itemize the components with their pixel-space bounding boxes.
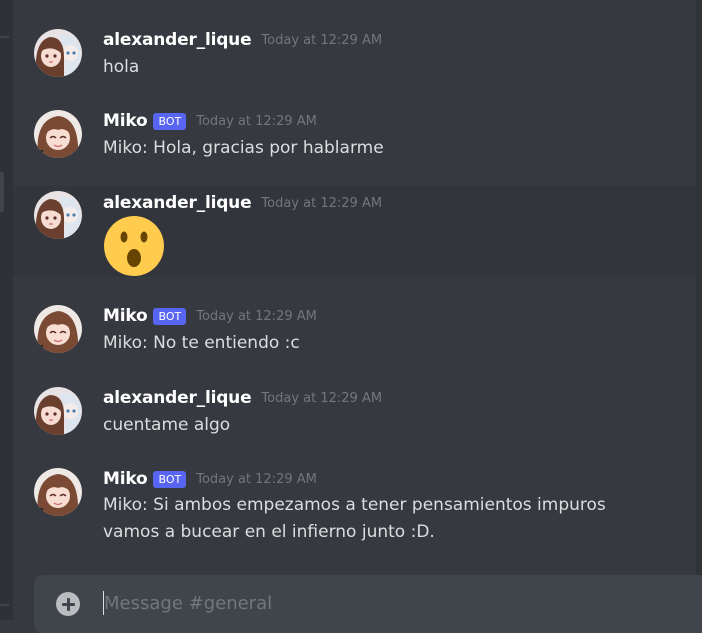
message-item[interactable]: Miko BOT Today at 12:29 AM Miko: No te e… xyxy=(13,296,696,366)
message-text: Miko: No te entiendo :c xyxy=(103,333,300,353)
avatar[interactable] xyxy=(34,387,82,435)
message-input[interactable] xyxy=(104,589,664,617)
bot-badge: BOT xyxy=(153,470,187,488)
avatar[interactable] xyxy=(34,110,82,158)
message-line: vamos a bucear en el infierno junto :D. xyxy=(103,522,435,542)
username[interactable]: Miko xyxy=(103,469,148,489)
message-item[interactable]: Miko BOT Today at 12:29 AM Miko: Si ambo… xyxy=(13,459,696,559)
channel-selected-indicator xyxy=(0,172,4,212)
avatar[interactable] xyxy=(34,29,82,77)
message-composer xyxy=(34,575,702,633)
timestamp: Today at 12:29 AM xyxy=(196,113,317,129)
avatar[interactable] xyxy=(34,305,82,353)
username[interactable]: alexander_lique xyxy=(103,30,252,50)
avatar[interactable] xyxy=(34,191,82,239)
message-item[interactable]: alexander_lique Today at 12:29 AM cuenta… xyxy=(13,378,696,448)
message-list: alexander_lique Today at 12:29 AM hola M… xyxy=(13,0,696,575)
message-text: cuentame algo xyxy=(103,415,231,435)
message-item[interactable]: Miko BOT Today at 12:29 AM Miko: Hola, g… xyxy=(13,101,696,173)
timestamp: Today at 12:29 AM xyxy=(196,308,317,324)
add-attachment-button[interactable] xyxy=(56,592,80,616)
username[interactable]: alexander_lique xyxy=(103,193,252,213)
timestamp: Today at 12:29 AM xyxy=(261,195,383,211)
message-line: Miko: Si ambos empezamos a tener pensami… xyxy=(103,495,606,515)
bot-badge: BOT xyxy=(153,112,187,130)
message-text: Miko: Si ambos empezamos a tener pensami… xyxy=(103,492,606,546)
message-text: hola xyxy=(103,57,140,77)
message-item[interactable]: alexander_lique Today at 12:29 AM xyxy=(13,186,696,277)
timestamp: Today at 12:29 AM xyxy=(261,390,383,406)
avatar[interactable] xyxy=(34,468,82,516)
timestamp: Today at 12:29 AM xyxy=(196,471,317,487)
timestamp: Today at 12:29 AM xyxy=(261,32,383,48)
sidebar-divider xyxy=(0,604,9,606)
open-mouth-emoji-icon[interactable] xyxy=(103,215,165,281)
sidebar-divider xyxy=(0,36,9,38)
server-sidebar-edge xyxy=(0,0,13,620)
bot-badge: BOT xyxy=(153,307,187,325)
username[interactable]: alexander_lique xyxy=(103,388,252,408)
scrollbar-track[interactable] xyxy=(696,0,702,620)
message-item[interactable]: alexander_lique Today at 12:29 AM hola xyxy=(13,20,696,90)
message-text: Miko: Hola, gracias por hablarme xyxy=(103,138,384,158)
username[interactable]: Miko xyxy=(103,306,148,326)
username[interactable]: Miko xyxy=(103,111,148,131)
